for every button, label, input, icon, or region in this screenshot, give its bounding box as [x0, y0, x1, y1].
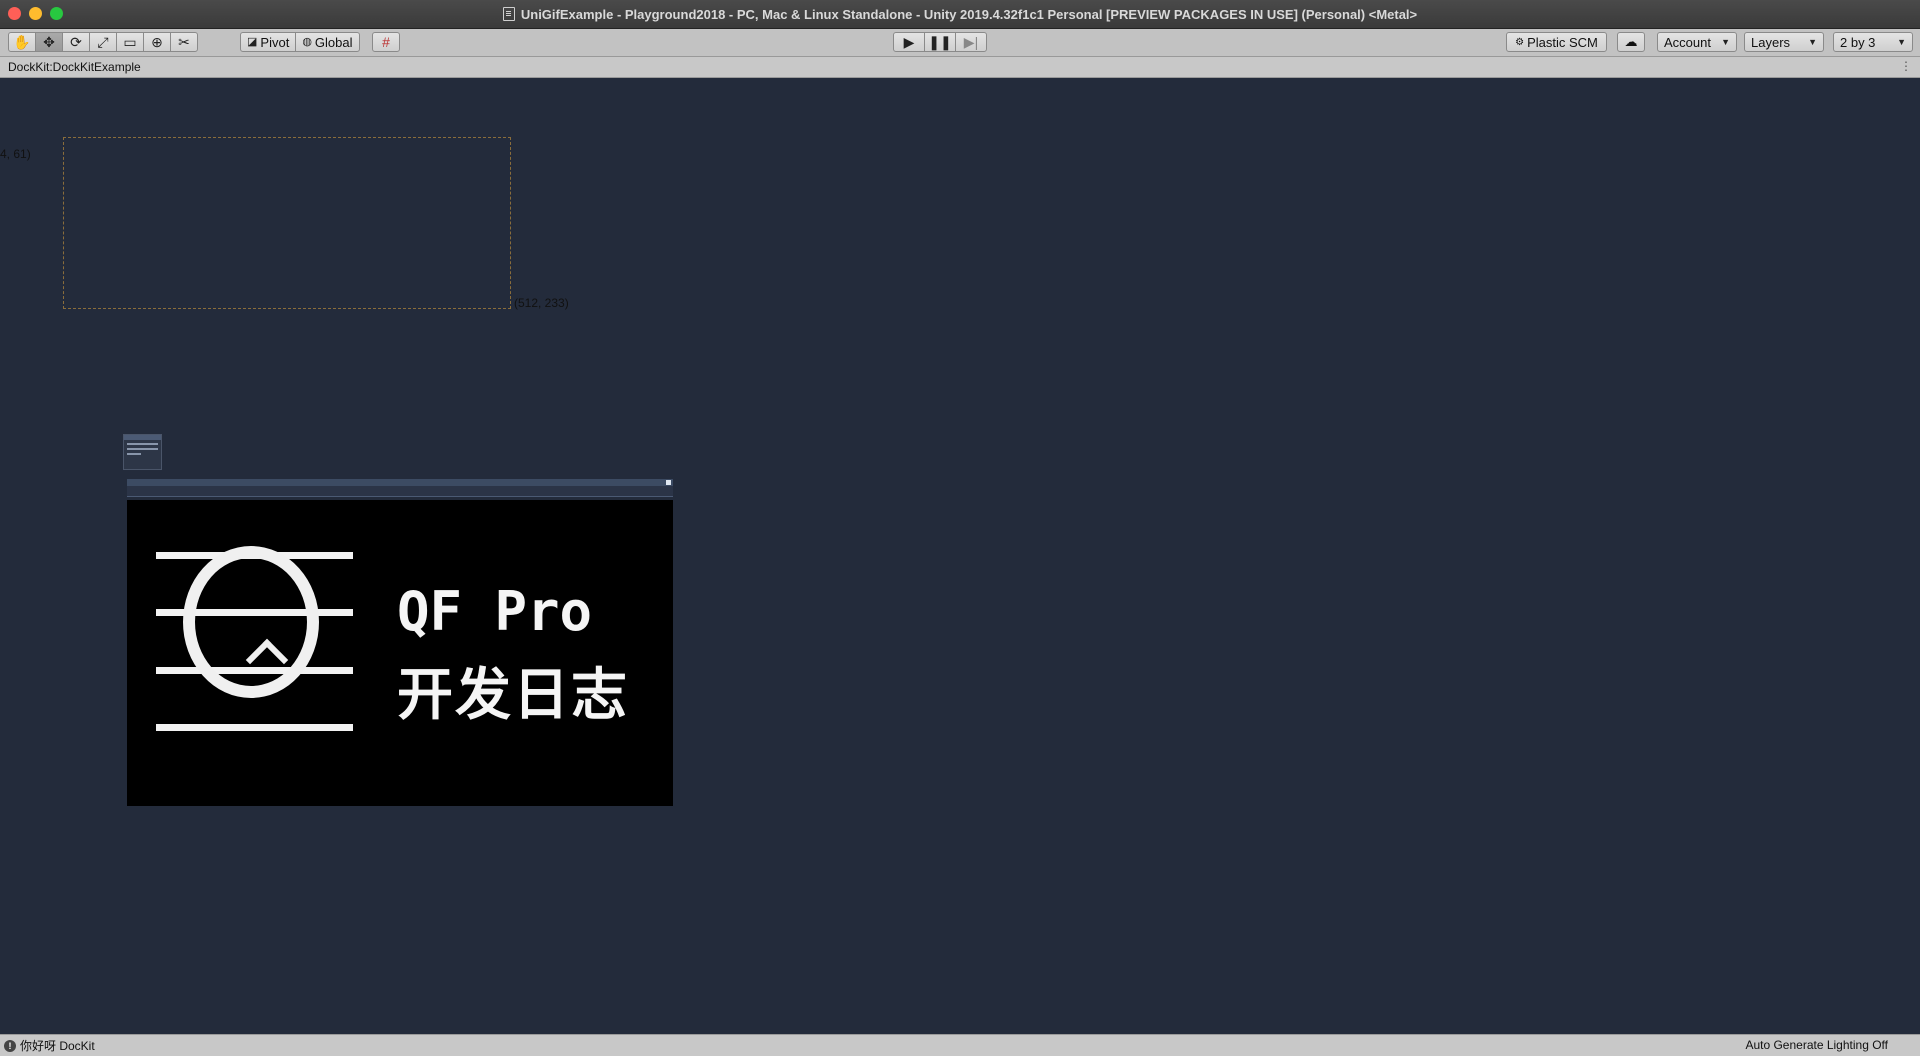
chevron-down-icon: ▼ [1721, 37, 1730, 47]
layers-label: Layers [1751, 34, 1791, 50]
grid-snap-icon: # [382, 34, 390, 50]
minimize-window-button[interactable] [29, 7, 42, 20]
logo-stripe [156, 724, 353, 731]
maximize-window-button[interactable] [50, 7, 63, 20]
lighting-status[interactable]: Auto Generate Lighting Off [1745, 1038, 1888, 1052]
globe-icon: ◍ [302, 35, 312, 48]
window-controls [8, 7, 63, 20]
gif-window-subbar [127, 486, 673, 497]
tab-dockkit-example[interactable]: DockKit:DockKitExample [0, 60, 141, 74]
global-label: Global [314, 34, 353, 50]
transform-tools: ✋ ✥ ⟳ ⤢ ▭ ⊕ ✂ [8, 32, 198, 52]
main-toolbar: ✋ ✥ ⟳ ⤢ ▭ ⊕ ✂ ◪ Pivot ◍ Global # ▶ ❚❚ ▶|… [0, 29, 1920, 57]
editor-tab-bar: DockKit:DockKitExample ⋮ [0, 57, 1920, 78]
account-dropdown[interactable]: Account ▼ [1657, 32, 1737, 52]
plastic-icon: ⚙ [1515, 36, 1525, 48]
chevron-down-icon: ▼ [1808, 37, 1817, 47]
global-button[interactable]: ◍ Global [295, 32, 360, 52]
window-title-text: UniGifExample - Playground2018 - PC, Mac… [520, 6, 1418, 22]
cloud-button[interactable]: ☁ [1617, 32, 1645, 52]
play-button[interactable]: ▶ [893, 32, 925, 52]
kebab-menu-icon[interactable]: ⋮ [1900, 59, 1912, 73]
rect-tool-button[interactable]: ▭ [116, 32, 144, 52]
status-message[interactable]: 你好呀 DocKit [20, 1037, 95, 1054]
hand-icon: ✋ [13, 34, 31, 50]
pivot-global-group: ◪ Pivot ◍ Global [240, 32, 360, 52]
close-window-button[interactable] [8, 7, 21, 20]
hand-tool-button[interactable]: ✋ [8, 32, 36, 52]
transform-tool-button[interactable]: ⊕ [143, 32, 171, 52]
gif-title-text: QF Pro [397, 580, 593, 643]
mini-dock-window[interactable] [123, 434, 162, 470]
snap-group: # [372, 32, 400, 52]
coord-label-bottom-right: (512, 233) [514, 296, 569, 310]
coord-label-top-left: 4, 61) [0, 147, 31, 161]
rect-icon: ▭ [123, 34, 137, 50]
close-icon[interactable] [666, 480, 671, 485]
mini-window-titlebar [124, 435, 161, 440]
mini-window-line [127, 443, 158, 445]
step-icon: ▶| [963, 34, 979, 50]
document-icon [502, 7, 515, 21]
plastic-scm-button[interactable]: ⚙ Plastic SCM [1506, 32, 1607, 52]
play-icon: ▶ [903, 34, 915, 50]
cloud-icon: ☁ [1624, 34, 1638, 49]
mini-window-line [127, 453, 141, 455]
logo-ring-icon [183, 546, 319, 698]
layout-label: 2 by 3 [1840, 34, 1876, 50]
gif-image: QF Pro 开发日志 [127, 500, 673, 806]
status-bar: ! 你好呀 DocKit Auto Generate Lighting Off [0, 1034, 1920, 1056]
gif-window-titlebar [127, 479, 673, 486]
rotate-icon: ⟳ [70, 34, 82, 50]
pause-button[interactable]: ❚❚ [924, 32, 956, 52]
pivot-button[interactable]: ◪ Pivot [240, 32, 297, 52]
account-label: Account [1664, 34, 1711, 50]
info-icon: ! [4, 1039, 16, 1052]
plastic-label: Plastic SCM [1527, 34, 1598, 50]
title-bar: UniGifExample - Playground2018 - PC, Mac… [0, 0, 1920, 29]
pause-icon: ❚❚ [928, 34, 952, 50]
rotate-tool-button[interactable]: ⟳ [62, 32, 90, 52]
layout-dropdown[interactable]: 2 by 3 ▼ [1833, 32, 1913, 52]
custom-tool-button[interactable]: ✂ [170, 32, 198, 52]
gif-subtitle-text: 开发日志 [397, 663, 629, 728]
selection-rect[interactable] [63, 137, 511, 309]
grid-snap-button[interactable]: # [372, 32, 400, 52]
mini-window-line [127, 448, 158, 450]
scale-tool-button[interactable]: ⤢ [89, 32, 117, 52]
pivot-icon: ◪ [247, 35, 258, 48]
chevron-down-icon: ▼ [1897, 37, 1906, 47]
tools-icon: ✂ [178, 34, 190, 50]
gif-preview-window[interactable]: QF Pro 开发日志 [127, 479, 673, 806]
pivot-label: Pivot [260, 34, 290, 50]
move-tool-button[interactable]: ✥ [35, 32, 63, 52]
window-title: UniGifExample - Playground2018 - PC, Mac… [502, 6, 1418, 22]
step-button[interactable]: ▶| [955, 32, 987, 52]
move-icon: ✥ [43, 34, 55, 50]
transform-icon: ⊕ [151, 34, 163, 50]
layers-dropdown[interactable]: Layers ▼ [1744, 32, 1824, 52]
scale-icon: ⤢ [97, 34, 109, 50]
play-controls: ▶ ❚❚ ▶| [893, 32, 987, 52]
